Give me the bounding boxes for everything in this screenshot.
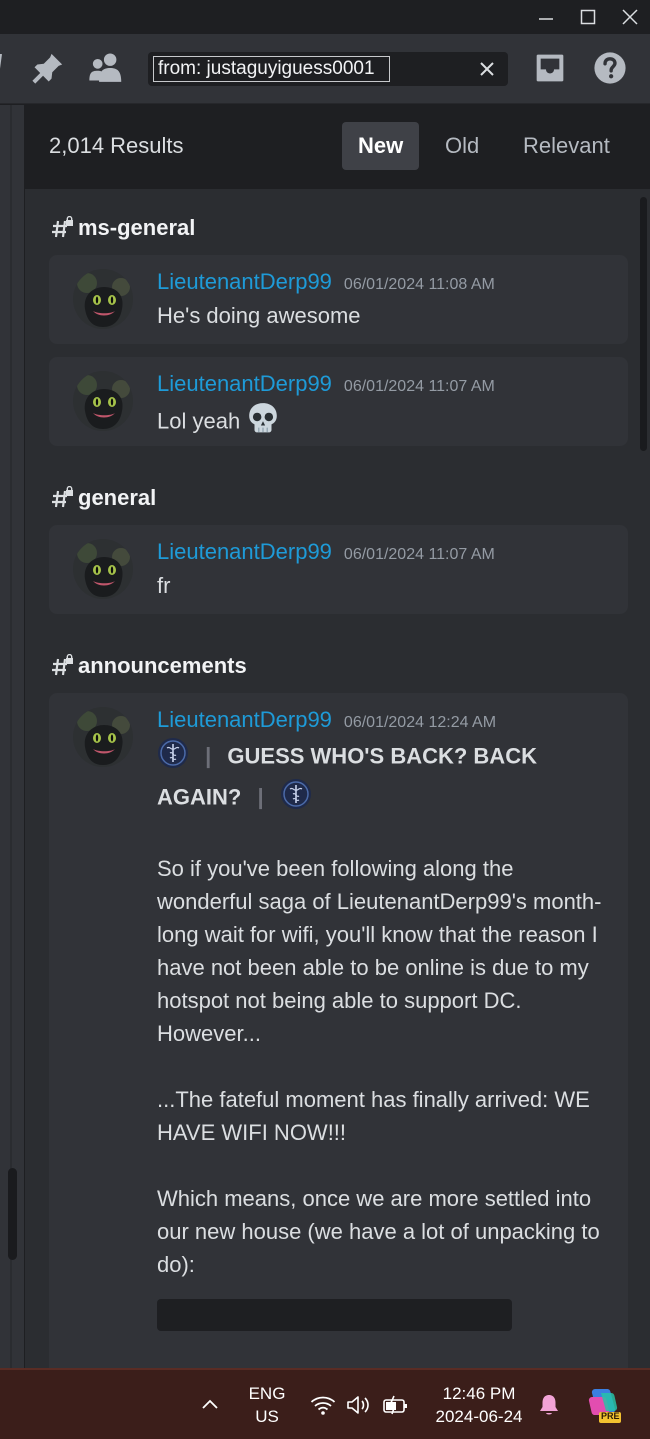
author-name[interactable]: LieutenantDerp99 [157, 371, 332, 397]
pin-icon [32, 53, 63, 84]
wifi-icon [310, 1396, 336, 1415]
windows-taskbar: ENG US 12:46 PM 2024-06-24 PRE [0, 1368, 650, 1439]
avatar[interactable] [73, 371, 133, 431]
speaker-icon [347, 1396, 369, 1414]
close-icon [622, 9, 638, 25]
message-header: LieutenantDerp99 06/01/2024 12:24 AM [157, 707, 496, 733]
message-header: LieutenantDerp99 06/01/2024 11:07 AM [157, 371, 495, 397]
search-result-message[interactable]: LieutenantDerp99 06/01/2024 11:07 AM Lol… [49, 357, 628, 446]
search-results-panel: 2,014 Results New Old Relevant ms-genera… [25, 105, 650, 1368]
window-titlebar [0, 0, 650, 34]
avatar[interactable] [73, 539, 133, 599]
chevron-up-icon [202, 1399, 218, 1409]
minimize-icon [539, 18, 553, 20]
author-name[interactable]: LieutenantDerp99 [157, 269, 332, 295]
toolbar-edge [0, 53, 2, 76]
timestamp: 06/01/2024 11:08 AM [343, 276, 495, 293]
close-icon [480, 62, 494, 76]
pinned-messages-button[interactable] [26, 46, 70, 90]
message-body: | GUESS WHO'S BACK? BACK AGAIN? | So if … [157, 737, 607, 1281]
copilot-button[interactable]: PRE [584, 1384, 624, 1426]
show-hidden-icons-button[interactable] [196, 1390, 224, 1418]
battery-button[interactable] [380, 1390, 412, 1420]
server-emblem-icon [280, 778, 312, 819]
help-icon [594, 52, 626, 84]
clock-button[interactable]: 12:46 PM 2024-06-24 [426, 1382, 532, 1428]
close-window-button[interactable] [610, 0, 650, 34]
minimize-button[interactable] [526, 0, 566, 34]
heading-text: GUESS WHO'S BACK? BACK [227, 743, 537, 769]
search-box [148, 52, 508, 86]
message-paragraph: ...The fateful moment has finally arrive… [157, 1087, 590, 1145]
volume-button[interactable] [344, 1390, 374, 1420]
channel-name: ms-general [78, 215, 196, 240]
bell-icon [540, 1395, 558, 1415]
channel-name: general [78, 485, 157, 510]
avatar[interactable] [73, 269, 133, 329]
message-text-content: Lol yeah [157, 408, 241, 434]
message-paragraph: Which means, once we are more settled in… [157, 1186, 600, 1277]
timestamp: 06/01/2024 11:07 AM [343, 546, 495, 563]
tab-old[interactable]: Old [429, 122, 495, 170]
input-language-button[interactable]: ENG US [240, 1382, 294, 1428]
heading-separator: | [257, 784, 264, 810]
author-name[interactable]: LieutenantDerp99 [157, 539, 332, 565]
server-emblem-icon [157, 737, 189, 778]
chat-scrollbar[interactable] [8, 1168, 17, 1260]
search-result-message[interactable]: LieutenantDerp99 06/01/2024 11:07 AM fr [49, 525, 628, 614]
channel-header-ms-general[interactable]: ms-general [50, 215, 195, 241]
results-scrollbar[interactable] [640, 197, 647, 451]
search-result-message[interactable]: LieutenantDerp99 06/01/2024 11:08 AM He'… [49, 255, 628, 344]
channel-toolbar [0, 34, 650, 104]
locked-channel-icon [52, 216, 73, 238]
help-button[interactable] [588, 46, 632, 90]
heading-text-continued: AGAIN? [157, 784, 242, 810]
avatar[interactable] [73, 707, 133, 767]
member-list-button[interactable] [84, 46, 128, 90]
clock-date: 2024-06-24 [435, 1407, 523, 1426]
tab-relevant[interactable]: Relevant [507, 122, 626, 170]
message-text: Lol yeah [157, 401, 607, 444]
timestamp: 06/01/2024 11:07 AM [343, 378, 495, 395]
message-text: fr [157, 573, 171, 598]
timestamp: 06/01/2024 12:24 AM [343, 714, 497, 731]
channel-header-announcements[interactable]: announcements [50, 653, 247, 679]
search-input[interactable] [153, 56, 390, 82]
wifi-button[interactable] [308, 1390, 338, 1420]
skull-emoji-icon [246, 401, 280, 444]
heading-separator: | [205, 743, 212, 769]
notifications-button[interactable] [536, 1390, 562, 1420]
clock-time: 12:46 PM [442, 1384, 516, 1403]
channel-header-general[interactable]: general [50, 485, 156, 511]
locked-channel-icon [52, 486, 73, 508]
copilot-badge: PRE [601, 1411, 620, 1421]
message-text: He's doing awesome [157, 303, 361, 328]
maximize-icon [580, 9, 596, 25]
results-count: 2,014 Results [49, 133, 184, 158]
battery-charging-icon [383, 1395, 407, 1415]
announcement-heading: | GUESS WHO'S BACK? BACK AGAIN? | [157, 737, 607, 819]
results-header: 2,014 Results New Old Relevant [25, 105, 650, 189]
language-code: ENG [248, 1384, 286, 1403]
message-header: LieutenantDerp99 06/01/2024 11:07 AM [157, 539, 495, 565]
author-name[interactable]: LieutenantDerp99 [157, 707, 332, 733]
clear-search-button[interactable] [474, 56, 500, 82]
inbox-icon [536, 54, 564, 82]
message-header: LieutenantDerp99 06/01/2024 11:08 AM [157, 269, 495, 295]
channel-name: announcements [78, 653, 247, 678]
message-paragraph: So if you've been following along the wo… [157, 856, 602, 1046]
spoiler-block[interactable] [157, 1299, 512, 1331]
language-region: US [255, 1407, 279, 1426]
tab-new[interactable]: New [342, 122, 420, 170]
locked-channel-icon [52, 654, 73, 676]
maximize-button[interactable] [568, 0, 608, 34]
members-icon [89, 53, 122, 82]
search-result-message[interactable]: LieutenantDerp99 06/01/2024 12:24 AM | G… [49, 693, 628, 1368]
inbox-button[interactable] [528, 46, 572, 90]
